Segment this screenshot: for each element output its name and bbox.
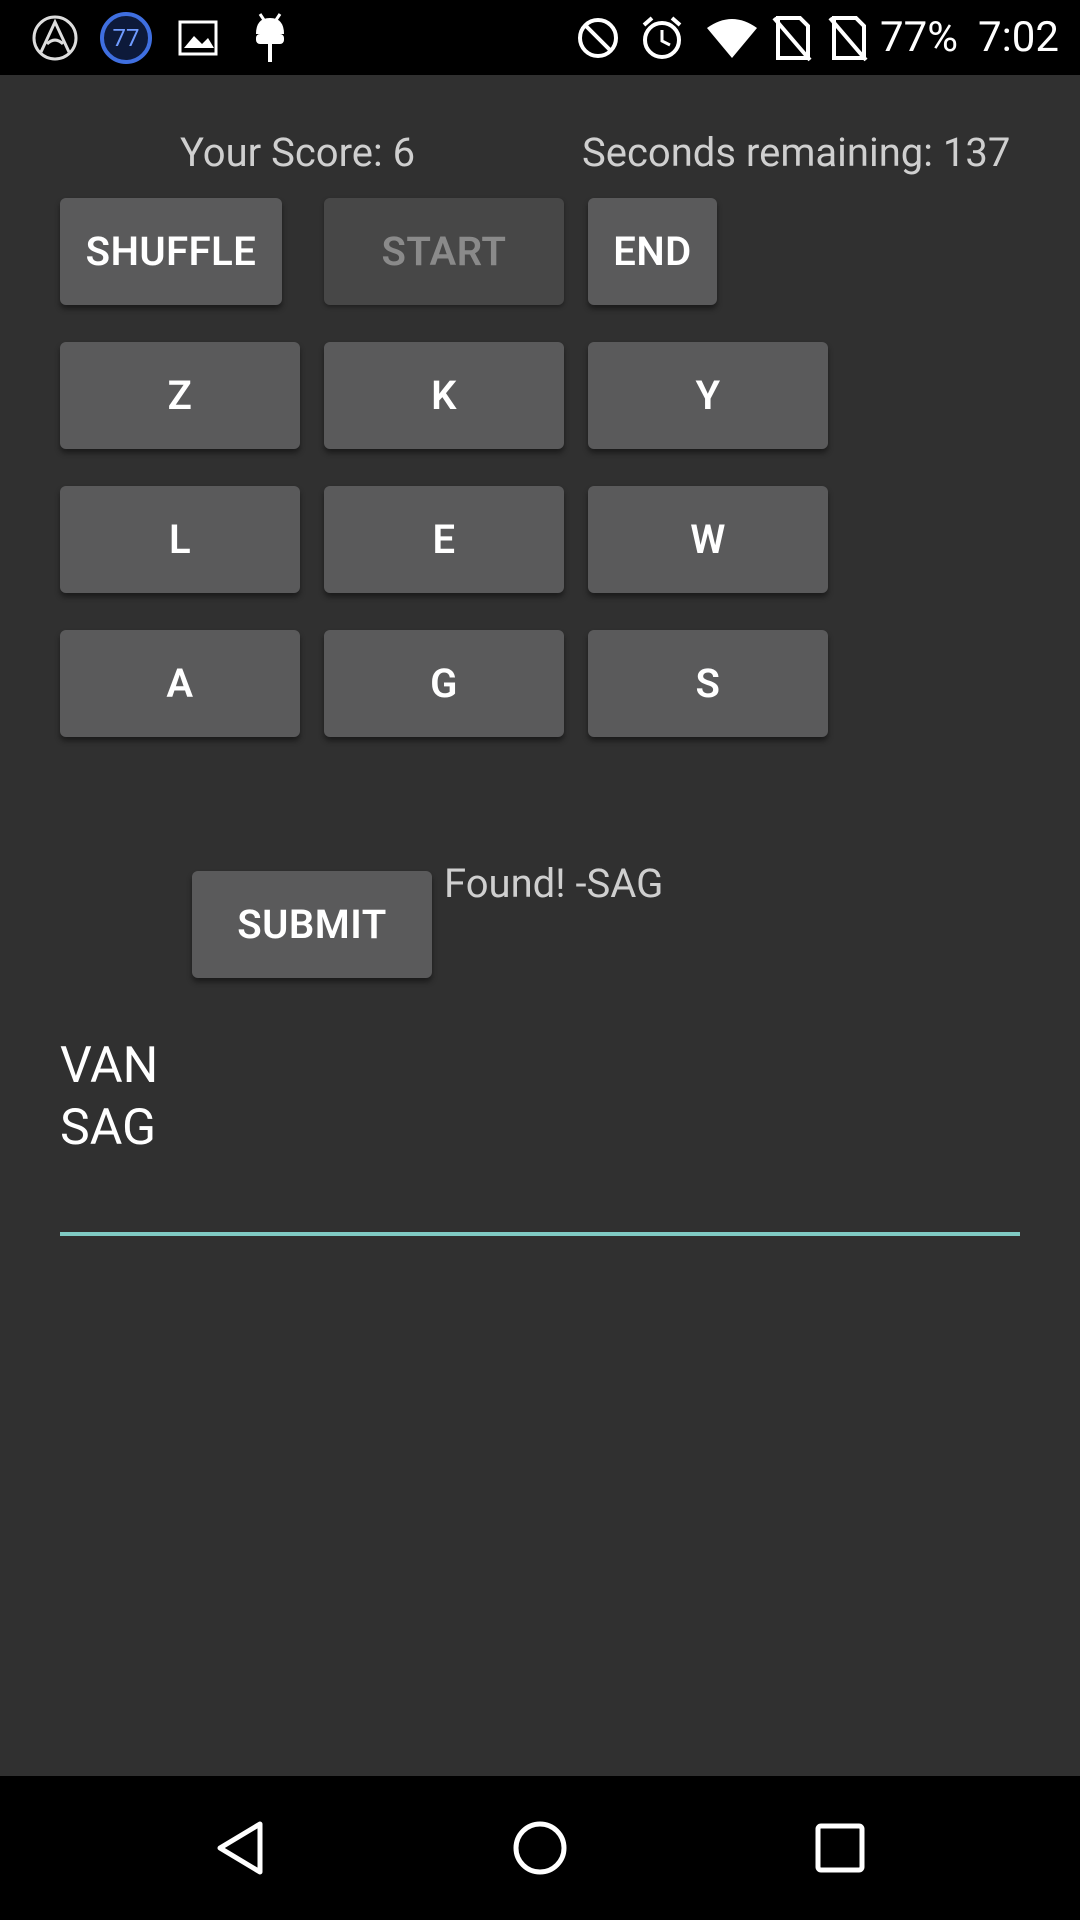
found-word: VAN — [60, 1037, 159, 1095]
no-sim-icon — [826, 12, 870, 64]
alarm-icon — [638, 12, 686, 64]
home-icon[interactable] — [500, 1808, 580, 1888]
no-sim-icon — [770, 12, 814, 64]
android-debug-icon — [248, 12, 292, 64]
timer-label: Seconds remaining: 137 — [582, 129, 1011, 176]
letter-tile[interactable]: S — [588, 630, 828, 737]
letter-tile[interactable]: Z — [60, 342, 300, 449]
shuffle-button[interactable]: SHUFFLE — [60, 198, 282, 305]
result-message: Found! -SAG — [444, 860, 664, 907]
wifi-icon — [704, 12, 760, 64]
field-underline — [60, 1232, 1020, 1236]
status-bar: 77 77% 7:02 — [0, 0, 1080, 75]
nav-bar — [0, 1776, 1080, 1920]
recents-icon[interactable] — [800, 1808, 880, 1888]
found-word: SAG — [60, 1099, 157, 1157]
arch-logo-icon — [28, 12, 82, 64]
letter-tile[interactable]: Y — [588, 342, 828, 449]
clock: 7:02 — [978, 13, 1059, 62]
image-icon — [176, 12, 220, 64]
letter-tile[interactable]: E — [324, 486, 564, 593]
found-words-field[interactable]: VAN SAG — [60, 1035, 158, 1159]
submit-button[interactable]: SUBMIT — [192, 871, 432, 978]
letter-tile[interactable]: K — [324, 342, 564, 449]
letter-tile[interactable]: W — [588, 486, 828, 593]
badge-count: 77 — [112, 24, 140, 52]
start-button[interactable]: START — [324, 198, 564, 305]
end-button[interactable]: END — [588, 198, 717, 305]
battery-percent: 77% — [880, 13, 958, 62]
score-label: Your Score: 6 — [180, 129, 416, 176]
letter-tile[interactable]: A — [60, 630, 300, 737]
do-not-disturb-icon — [574, 12, 622, 64]
letter-tile[interactable]: L — [60, 486, 300, 593]
back-icon[interactable] — [200, 1808, 280, 1888]
notification-badge-icon: 77 — [98, 12, 154, 64]
game-screen: Your Score: 6 Seconds remaining: 137 SHU… — [0, 75, 1080, 1775]
letter-tile[interactable]: G — [324, 630, 564, 737]
